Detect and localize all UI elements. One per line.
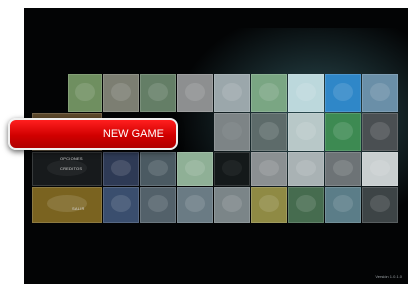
gallery-tile bbox=[103, 74, 139, 112]
gallery-tile bbox=[325, 74, 361, 112]
gallery-tile bbox=[362, 113, 398, 151]
gallery-tile bbox=[251, 152, 287, 186]
gallery-tile bbox=[362, 74, 398, 112]
gallery-tile bbox=[177, 74, 213, 112]
gallery-tile bbox=[288, 187, 324, 223]
gallery-tile bbox=[214, 74, 250, 112]
gallery-tile bbox=[362, 152, 398, 186]
gallery-tile bbox=[251, 113, 287, 151]
gallery-tile bbox=[214, 113, 250, 151]
gallery-tile bbox=[103, 152, 139, 186]
gallery-tile bbox=[325, 187, 361, 223]
gallery-tile bbox=[214, 187, 250, 223]
menu-item-opciones[interactable]: OPCIONES bbox=[60, 156, 83, 161]
gallery-tile bbox=[32, 187, 102, 223]
gallery-tile bbox=[103, 187, 139, 223]
new-game-button[interactable]: NEW GAME bbox=[8, 118, 178, 150]
gallery-tile bbox=[140, 74, 176, 112]
gallery-tile bbox=[177, 187, 213, 223]
gallery-tile bbox=[140, 187, 176, 223]
menu-item-creditos[interactable]: CREDITOS bbox=[60, 166, 82, 171]
gallery-tile bbox=[288, 113, 324, 151]
gallery-tile bbox=[325, 113, 361, 151]
gallery-tile bbox=[251, 74, 287, 112]
menu-item-salir[interactable]: SALIR bbox=[72, 206, 85, 211]
gallery-tile bbox=[68, 74, 102, 112]
gallery-tile bbox=[214, 152, 250, 186]
gallery-tile bbox=[140, 152, 176, 186]
gallery-tile bbox=[288, 152, 324, 186]
gallery-tile bbox=[288, 74, 324, 112]
gallery-tile bbox=[362, 187, 398, 223]
gallery-tile bbox=[177, 152, 213, 186]
version-label: Versión 1.0.1.0 bbox=[375, 274, 402, 279]
gallery-tile bbox=[251, 187, 287, 223]
new-game-label: NEW GAME bbox=[102, 128, 164, 140]
gallery-tile bbox=[325, 152, 361, 186]
